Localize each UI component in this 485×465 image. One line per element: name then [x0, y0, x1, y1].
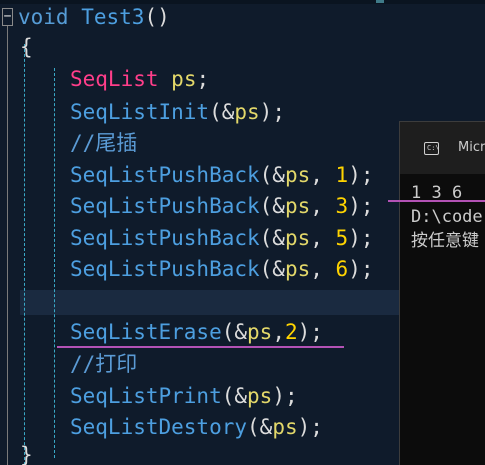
code-line-erase: SeqListErase(&ps,2); [70, 317, 323, 348]
code-line-comment-tail-insert: //尾插 [70, 131, 138, 155]
call-sep: , [310, 226, 336, 250]
call-open: (& [259, 194, 285, 218]
call-arg: ps [284, 257, 311, 281]
call-open: (& [259, 257, 285, 281]
collapse-icon[interactable]: − [2, 8, 13, 26]
call-arg: ps [284, 226, 311, 250]
console-window[interactable]: C:\ Micr 1 3 6 D:\code 按任意键 [399, 121, 485, 465]
call-close: ); [272, 384, 298, 408]
call-number: 1 [335, 163, 349, 187]
call-name: SeqListPushBack [70, 257, 260, 281]
call-close: ); [297, 320, 323, 344]
function-name: Test3 [81, 5, 145, 29]
semicolon: ; [196, 67, 210, 91]
call-open: (& [221, 384, 248, 408]
call-number: 3 [335, 194, 349, 218]
type-name: SeqList [70, 67, 159, 91]
code-line-signature: void Test3() [18, 2, 170, 33]
call-arg: ps [272, 415, 298, 439]
screenshot-stage: − void Test3() { SeqList ps; SeqListInit… [0, 0, 485, 465]
call-open: (& [221, 320, 248, 344]
console-output-line-2: D:\code [411, 207, 483, 227]
indent-guide-outer [24, 44, 25, 465]
call-sep: , [310, 194, 336, 218]
call-open: (& [247, 415, 273, 439]
code-line-init: SeqListInit(&ps); [70, 97, 285, 128]
current-line-highlight [20, 290, 400, 315]
call-name: SeqListInit [70, 100, 210, 124]
keyword-void: void [18, 5, 69, 29]
call-close: ); [348, 257, 374, 281]
code-line-declaration: SeqList ps; [70, 64, 209, 95]
call-number: 5 [335, 226, 349, 250]
code-line-close-brace: } [20, 440, 33, 465]
code-line-open-brace: { [20, 32, 33, 63]
call-name: SeqListPrint [70, 384, 222, 408]
call-close: ); [348, 194, 374, 218]
call-close: ); [348, 163, 374, 187]
code-line-destroy: SeqListDestory(&ps); [70, 412, 323, 443]
call-close: ); [297, 415, 323, 439]
indent-guide-inner [54, 68, 55, 458]
console-titlebar[interactable]: C:\ Micr [400, 122, 485, 174]
code-line-pushback-1: SeqListPushBack(&ps, 1); [70, 160, 374, 191]
code-line-comment-print: //打印 [70, 352, 138, 376]
console-output-line-3: 按任意键 [411, 231, 479, 251]
call-sep: , [310, 163, 336, 187]
call-arg: ps [284, 163, 311, 187]
code-line-pushback-6: SeqListPushBack(&ps, 6); [70, 254, 374, 285]
call-sep: , [272, 320, 285, 344]
call-name: SeqListErase [70, 320, 222, 344]
call-name: SeqListDestory [70, 415, 248, 439]
parens: () [144, 5, 170, 29]
call-open: (& [259, 163, 285, 187]
call-close: ); [259, 100, 285, 124]
output-annotation-underline [388, 200, 485, 202]
variable-name: ps [171, 67, 197, 91]
call-name: SeqListPushBack [70, 194, 260, 218]
call-arg: ps [284, 194, 311, 218]
call-name: SeqListPushBack [70, 226, 260, 250]
close-brace: } [20, 443, 33, 465]
call-close: ); [348, 226, 374, 250]
call-open: (& [259, 226, 285, 250]
call-arg: ps [247, 320, 273, 344]
call-sep: , [310, 257, 336, 281]
erase-annotation-underline [57, 346, 344, 348]
call-name: SeqListPushBack [70, 163, 260, 187]
call-open: (& [209, 100, 235, 124]
call-number: 2 [284, 320, 298, 344]
console-title: Micr [458, 140, 485, 155]
terminal-icon: C:\ [424, 142, 440, 155]
call-number: 6 [335, 257, 349, 281]
scroll-marker [376, 0, 384, 3]
terminal-icon-glyph: C:\ [427, 144, 440, 152]
fold-region-line [7, 26, 8, 465]
code-line-pushback-5: SeqListPushBack(&ps, 5); [70, 223, 374, 254]
open-brace: { [20, 35, 33, 59]
call-arg: ps [234, 100, 260, 124]
code-line-print: SeqListPrint(&ps); [70, 381, 298, 412]
call-arg: ps [247, 384, 273, 408]
code-line-pushback-3: SeqListPushBack(&ps, 3); [70, 191, 374, 222]
